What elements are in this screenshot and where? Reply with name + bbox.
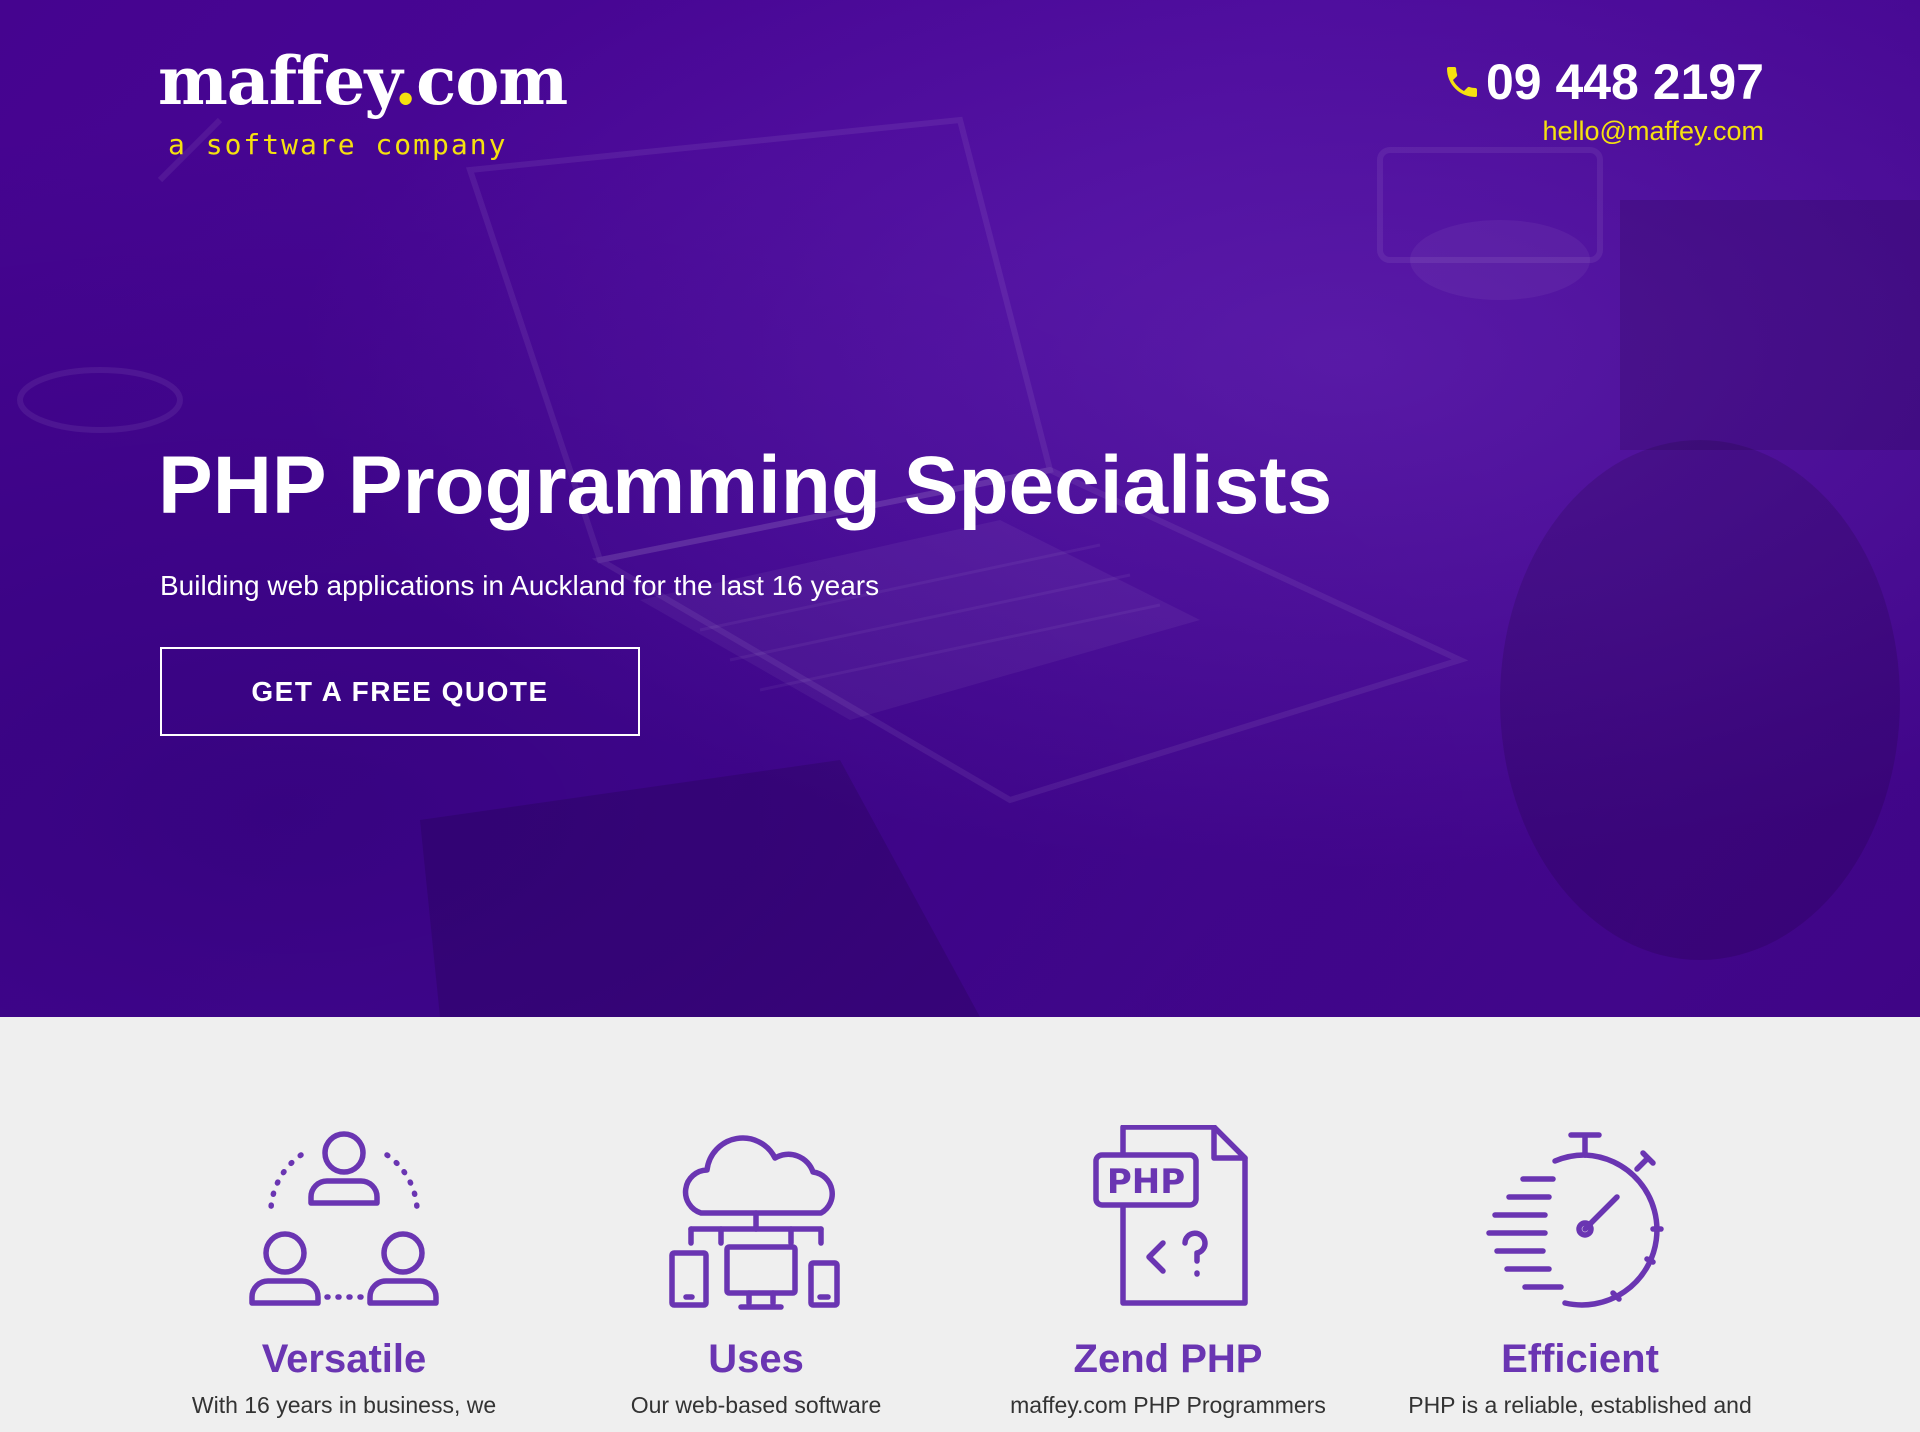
- phone-link[interactable]: 09 448 2197: [1442, 56, 1764, 108]
- logo-wordmark: maffey.com: [158, 42, 568, 120]
- php-file-icon: PHP: [1093, 1125, 1248, 1306]
- feature-card-efficient: Efficient PHP is a reliable, established…: [1380, 1017, 1780, 1419]
- cloud-devices-icon: [669, 1135, 840, 1310]
- feature-text: Our web-based software: [630, 1392, 882, 1418]
- phone-icon: [1446, 67, 1477, 97]
- stopwatch-icon: [1486, 1132, 1664, 1308]
- feature-title: Versatile: [261, 1337, 427, 1381]
- hero-headline: PHP Programming Specialists: [158, 440, 1333, 531]
- hero-subline: Building web applications in Auckland fo…: [160, 570, 880, 601]
- feature-text: With 16 years in business, we: [191, 1392, 497, 1418]
- feature-text: maffey.com PHP Programmers: [1010, 1392, 1326, 1418]
- logo-tagline: a software company: [168, 128, 508, 161]
- logo-dot: .: [394, 42, 417, 120]
- feature-title: Zend PHP: [1073, 1337, 1263, 1381]
- hero-section: maffey.com a software company 09 448 219…: [0, 0, 1920, 1017]
- features-section: Versatile With 16 years in business, we …: [0, 1017, 1920, 1432]
- feature-text: PHP is a reliable, established and: [1408, 1392, 1752, 1418]
- feature-card-zend-php: PHP Zend PHP maffey.com PHP Programmers: [968, 1017, 1368, 1419]
- get-free-quote-button[interactable]: GET A FREE QUOTE: [160, 647, 640, 736]
- email-link[interactable]: hello@maffey.com: [1442, 116, 1765, 147]
- feature-card-uses: Uses Our web-based software: [556, 1017, 956, 1419]
- site-logo[interactable]: maffey.com a software company: [158, 42, 568, 161]
- phone-number: 09 448 2197: [1485, 54, 1764, 110]
- people-network-icon: [249, 1131, 439, 1306]
- feature-title: Efficient: [1501, 1337, 1659, 1381]
- svg-text:PHP: PHP: [1107, 1162, 1185, 1202]
- header-contact: 09 448 2197 hello@maffey.com: [1442, 56, 1764, 147]
- feature-title: Uses: [708, 1337, 804, 1381]
- feature-card-versatile: Versatile With 16 years in business, we: [144, 1017, 544, 1419]
